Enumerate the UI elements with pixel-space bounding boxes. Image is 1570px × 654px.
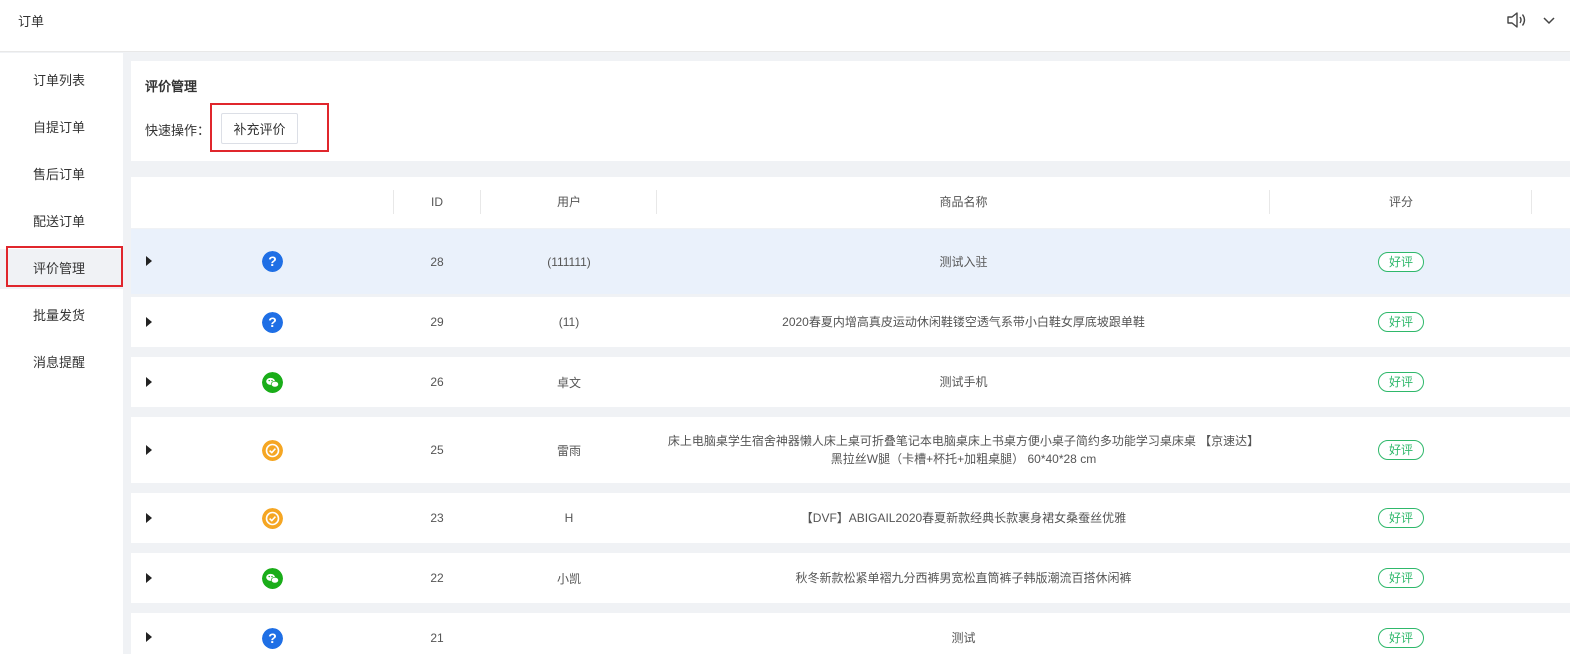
table-row[interactable]: 23 H 【DVF】ABIGAIL2020春夏新款经典长款裹身裙女桑蚕丝优雅 好… [131,493,1570,543]
row-user: 卓文 [556,375,581,390]
expand-caret-icon[interactable] [146,513,152,523]
row-product-name: 【DVF】ABIGAIL2020春夏新款经典长款裹身裙女桑蚕丝优雅 [800,511,1127,525]
sidebar-item-aftersale-orders[interactable]: 售后订单 [0,155,123,195]
expand-caret-icon[interactable] [146,445,152,455]
chevron-down-icon[interactable] [1541,12,1557,28]
row-user: 小凯 [556,571,581,586]
expand-caret-icon[interactable] [146,377,152,387]
speaker-icon[interactable] [1506,10,1528,30]
row-id: 21 [430,631,444,645]
svg-text:?: ? [268,314,277,330]
rating-badge: 好评 [1377,508,1424,528]
expand-caret-icon[interactable] [146,256,152,266]
row-product-name: 测试入驻 [939,254,988,269]
row-id: 28 [430,254,444,269]
top-bar: 订单 [0,0,1570,52]
rating-badge: 好评 [1377,251,1424,272]
expand-caret-icon[interactable] [146,632,152,642]
sidebar: 订单列表 自提订单 售后订单 配送订单 评价管理 批量发货 消息提醒 [0,53,123,654]
table-row[interactable]: ? 28 (111111) 测试入驻 好评 [131,229,1570,294]
row-user [481,613,657,654]
rating-badge: 好评 [1377,440,1424,460]
sidebar-item-order-list[interactable]: 订单列表 [0,61,123,101]
question-icon: ? [261,627,283,649]
row-product-name: 床上电脑桌学生宿舍神器懒人床上桌可折叠笔记本电脑桌床上书桌方便小桌子简约多功能学… [667,434,1260,466]
row-product-name: 测试手机 [939,375,988,389]
svg-text:?: ? [268,253,277,269]
sidebar-item-review-management[interactable]: 评价管理 [0,249,123,289]
rating-badge: 好评 [1377,628,1424,648]
row-user: (111111) [547,254,591,269]
review-panel: 评价管理 快速操作： 补充评价 [131,61,1570,161]
sidebar-item-delivery-orders[interactable]: 配送订单 [0,202,123,242]
section-title: 评价管理 [145,79,198,94]
row-id: 22 [430,571,444,585]
rating-badge: 好评 [1377,568,1424,588]
table-row[interactable]: ? 21 测试 好评 [131,613,1570,654]
question-icon: ? [261,251,283,272]
row-product-name: 2020春夏内增高真皮运动休闲鞋镂空透气系带小白鞋女厚底坡跟单鞋 [782,315,1145,329]
wechat-icon [261,567,283,589]
page-title: 订单 [18,14,45,29]
expand-caret-icon[interactable] [146,317,152,327]
column-divider [1531,190,1532,214]
question-icon: ? [261,311,283,333]
sidebar-item-batch-shipping[interactable]: 批量发货 [0,296,123,336]
sidebar-item-message-alerts[interactable]: 消息提醒 [0,343,123,383]
row-product-name: 测试 [951,631,976,645]
table-header: ID 用户 商品名称 评分 [131,177,1570,228]
column-header-user: 用户 [556,195,581,209]
column-header-product: 商品名称 [939,195,988,209]
row-user: (11) [558,315,580,329]
rating-badge: 好评 [1377,312,1424,332]
table-row[interactable]: 26 卓文 测试手机 好评 [131,357,1570,407]
column-header-rating: 评分 [1388,195,1413,209]
expand-caret-icon[interactable] [146,573,152,583]
row-id: 29 [430,315,444,329]
svg-text:?: ? [268,630,277,646]
row-id: 23 [430,511,444,525]
wechat-icon [261,371,283,393]
sidebar-item-pickup-orders[interactable]: 自提订单 [0,108,123,148]
column-header-id: ID [431,195,443,209]
quick-actions-label: 快速操作： [145,123,211,138]
table-row[interactable]: 22 小凯 秋冬新款松紧单褶九分西裤男宽松直筒裤子韩版潮流百搭休闲裤 好评 [131,553,1570,603]
row-user: 雷雨 [556,443,581,458]
row-user: H [564,511,574,525]
verified-icon [261,439,283,461]
row-id: 25 [430,443,444,457]
row-id: 26 [430,375,444,389]
table-row[interactable]: ? 29 (11) 2020春夏内增高真皮运动休闲鞋镂空透气系带小白鞋女厚底坡跟… [131,297,1570,347]
row-product-name: 秋冬新款松紧单褶九分西裤男宽松直筒裤子韩版潮流百搭休闲裤 [795,571,1132,585]
rating-badge: 好评 [1377,372,1424,392]
verified-icon [261,507,283,529]
add-review-button[interactable]: 补充评价 [221,113,298,144]
table-row[interactable]: 25 雷雨 床上电脑桌学生宿舍神器懒人床上桌可折叠笔记本电脑桌床上书桌方便小桌子… [131,417,1570,483]
